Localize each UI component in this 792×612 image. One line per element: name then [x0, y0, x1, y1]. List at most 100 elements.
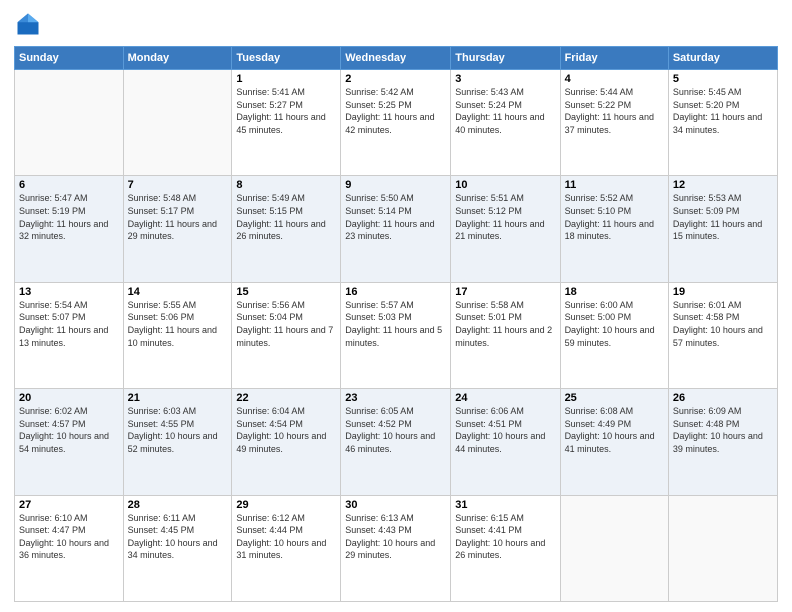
calendar-cell: 29Sunrise: 6:12 AMSunset: 4:44 PMDayligh… — [232, 495, 341, 601]
week-row-5: 27Sunrise: 6:10 AMSunset: 4:47 PMDayligh… — [15, 495, 778, 601]
calendar-cell: 7Sunrise: 5:48 AMSunset: 5:17 PMDaylight… — [123, 176, 232, 282]
day-number: 30 — [345, 499, 446, 511]
calendar-cell: 2Sunrise: 5:42 AMSunset: 5:25 PMDaylight… — [341, 70, 451, 176]
day-info: Sunrise: 6:15 AMSunset: 4:41 PMDaylight:… — [455, 512, 555, 562]
calendar-cell — [15, 70, 124, 176]
day-info: Sunrise: 6:11 AMSunset: 4:45 PMDaylight:… — [128, 512, 228, 562]
day-number: 5 — [673, 73, 773, 85]
day-info: Sunrise: 6:05 AMSunset: 4:52 PMDaylight:… — [345, 405, 446, 455]
col-thursday: Thursday — [451, 47, 560, 70]
day-number: 20 — [19, 392, 119, 404]
day-info: Sunrise: 5:52 AMSunset: 5:10 PMDaylight:… — [565, 192, 664, 242]
calendar-cell: 31Sunrise: 6:15 AMSunset: 4:41 PMDayligh… — [451, 495, 560, 601]
day-number: 2 — [345, 73, 446, 85]
calendar-cell: 3Sunrise: 5:43 AMSunset: 5:24 PMDaylight… — [451, 70, 560, 176]
calendar-cell: 16Sunrise: 5:57 AMSunset: 5:03 PMDayligh… — [341, 282, 451, 388]
week-row-3: 13Sunrise: 5:54 AMSunset: 5:07 PMDayligh… — [15, 282, 778, 388]
calendar-table: Sunday Monday Tuesday Wednesday Thursday… — [14, 46, 778, 602]
day-info: Sunrise: 5:49 AMSunset: 5:15 PMDaylight:… — [236, 192, 336, 242]
day-number: 28 — [128, 499, 228, 511]
day-info: Sunrise: 5:53 AMSunset: 5:09 PMDaylight:… — [673, 192, 773, 242]
calendar-cell: 13Sunrise: 5:54 AMSunset: 5:07 PMDayligh… — [15, 282, 124, 388]
calendar-cell — [668, 495, 777, 601]
header-row: Sunday Monday Tuesday Wednesday Thursday… — [15, 47, 778, 70]
week-row-1: 1Sunrise: 5:41 AMSunset: 5:27 PMDaylight… — [15, 70, 778, 176]
calendar-cell: 18Sunrise: 6:00 AMSunset: 5:00 PMDayligh… — [560, 282, 668, 388]
calendar-cell: 14Sunrise: 5:55 AMSunset: 5:06 PMDayligh… — [123, 282, 232, 388]
day-number: 3 — [455, 73, 555, 85]
day-number: 13 — [19, 286, 119, 298]
day-info: Sunrise: 6:08 AMSunset: 4:49 PMDaylight:… — [565, 405, 664, 455]
calendar-cell: 20Sunrise: 6:02 AMSunset: 4:57 PMDayligh… — [15, 389, 124, 495]
day-info: Sunrise: 5:45 AMSunset: 5:20 PMDaylight:… — [673, 86, 773, 136]
col-tuesday: Tuesday — [232, 47, 341, 70]
calendar-cell: 30Sunrise: 6:13 AMSunset: 4:43 PMDayligh… — [341, 495, 451, 601]
day-info: Sunrise: 5:41 AMSunset: 5:27 PMDaylight:… — [236, 86, 336, 136]
day-number: 11 — [565, 179, 664, 191]
day-info: Sunrise: 5:58 AMSunset: 5:01 PMDaylight:… — [455, 299, 555, 349]
day-info: Sunrise: 6:04 AMSunset: 4:54 PMDaylight:… — [236, 405, 336, 455]
day-info: Sunrise: 6:13 AMSunset: 4:43 PMDaylight:… — [345, 512, 446, 562]
calendar-cell: 4Sunrise: 5:44 AMSunset: 5:22 PMDaylight… — [560, 70, 668, 176]
calendar-cell: 19Sunrise: 6:01 AMSunset: 4:58 PMDayligh… — [668, 282, 777, 388]
logo — [14, 10, 46, 38]
day-number: 18 — [565, 286, 664, 298]
day-info: Sunrise: 5:51 AMSunset: 5:12 PMDaylight:… — [455, 192, 555, 242]
day-number: 6 — [19, 179, 119, 191]
calendar-cell: 21Sunrise: 6:03 AMSunset: 4:55 PMDayligh… — [123, 389, 232, 495]
day-number: 27 — [19, 499, 119, 511]
col-sunday: Sunday — [15, 47, 124, 70]
day-number: 15 — [236, 286, 336, 298]
calendar-cell: 26Sunrise: 6:09 AMSunset: 4:48 PMDayligh… — [668, 389, 777, 495]
day-number: 26 — [673, 392, 773, 404]
calendar-cell: 9Sunrise: 5:50 AMSunset: 5:14 PMDaylight… — [341, 176, 451, 282]
week-row-2: 6Sunrise: 5:47 AMSunset: 5:19 PMDaylight… — [15, 176, 778, 282]
calendar-cell: 1Sunrise: 5:41 AMSunset: 5:27 PMDaylight… — [232, 70, 341, 176]
calendar-cell: 27Sunrise: 6:10 AMSunset: 4:47 PMDayligh… — [15, 495, 124, 601]
calendar-cell: 25Sunrise: 6:08 AMSunset: 4:49 PMDayligh… — [560, 389, 668, 495]
day-number: 31 — [455, 499, 555, 511]
col-monday: Monday — [123, 47, 232, 70]
day-number: 17 — [455, 286, 555, 298]
day-info: Sunrise: 5:57 AMSunset: 5:03 PMDaylight:… — [345, 299, 446, 349]
day-info: Sunrise: 6:06 AMSunset: 4:51 PMDaylight:… — [455, 405, 555, 455]
logo-icon — [14, 10, 42, 38]
day-info: Sunrise: 5:55 AMSunset: 5:06 PMDaylight:… — [128, 299, 228, 349]
day-info: Sunrise: 5:56 AMSunset: 5:04 PMDaylight:… — [236, 299, 336, 349]
calendar-cell: 6Sunrise: 5:47 AMSunset: 5:19 PMDaylight… — [15, 176, 124, 282]
calendar-cell: 5Sunrise: 5:45 AMSunset: 5:20 PMDaylight… — [668, 70, 777, 176]
day-info: Sunrise: 6:01 AMSunset: 4:58 PMDaylight:… — [673, 299, 773, 349]
day-info: Sunrise: 5:42 AMSunset: 5:25 PMDaylight:… — [345, 86, 446, 136]
day-number: 4 — [565, 73, 664, 85]
calendar-cell: 12Sunrise: 5:53 AMSunset: 5:09 PMDayligh… — [668, 176, 777, 282]
calendar-cell: 8Sunrise: 5:49 AMSunset: 5:15 PMDaylight… — [232, 176, 341, 282]
day-number: 21 — [128, 392, 228, 404]
header — [14, 10, 778, 38]
day-number: 10 — [455, 179, 555, 191]
calendar-cell: 28Sunrise: 6:11 AMSunset: 4:45 PMDayligh… — [123, 495, 232, 601]
day-info: Sunrise: 5:47 AMSunset: 5:19 PMDaylight:… — [19, 192, 119, 242]
day-number: 24 — [455, 392, 555, 404]
calendar-page: Sunday Monday Tuesday Wednesday Thursday… — [0, 0, 792, 612]
calendar-cell: 24Sunrise: 6:06 AMSunset: 4:51 PMDayligh… — [451, 389, 560, 495]
day-number: 14 — [128, 286, 228, 298]
day-info: Sunrise: 6:02 AMSunset: 4:57 PMDaylight:… — [19, 405, 119, 455]
col-wednesday: Wednesday — [341, 47, 451, 70]
col-friday: Friday — [560, 47, 668, 70]
day-number: 9 — [345, 179, 446, 191]
day-number: 12 — [673, 179, 773, 191]
day-info: Sunrise: 6:00 AMSunset: 5:00 PMDaylight:… — [565, 299, 664, 349]
day-number: 25 — [565, 392, 664, 404]
day-number: 16 — [345, 286, 446, 298]
day-number: 8 — [236, 179, 336, 191]
calendar-cell: 15Sunrise: 5:56 AMSunset: 5:04 PMDayligh… — [232, 282, 341, 388]
calendar-cell: 10Sunrise: 5:51 AMSunset: 5:12 PMDayligh… — [451, 176, 560, 282]
day-info: Sunrise: 5:43 AMSunset: 5:24 PMDaylight:… — [455, 86, 555, 136]
day-info: Sunrise: 6:09 AMSunset: 4:48 PMDaylight:… — [673, 405, 773, 455]
calendar-cell: 22Sunrise: 6:04 AMSunset: 4:54 PMDayligh… — [232, 389, 341, 495]
day-info: Sunrise: 6:12 AMSunset: 4:44 PMDaylight:… — [236, 512, 336, 562]
calendar-cell: 11Sunrise: 5:52 AMSunset: 5:10 PMDayligh… — [560, 176, 668, 282]
day-info: Sunrise: 6:10 AMSunset: 4:47 PMDaylight:… — [19, 512, 119, 562]
day-number: 22 — [236, 392, 336, 404]
col-saturday: Saturday — [668, 47, 777, 70]
